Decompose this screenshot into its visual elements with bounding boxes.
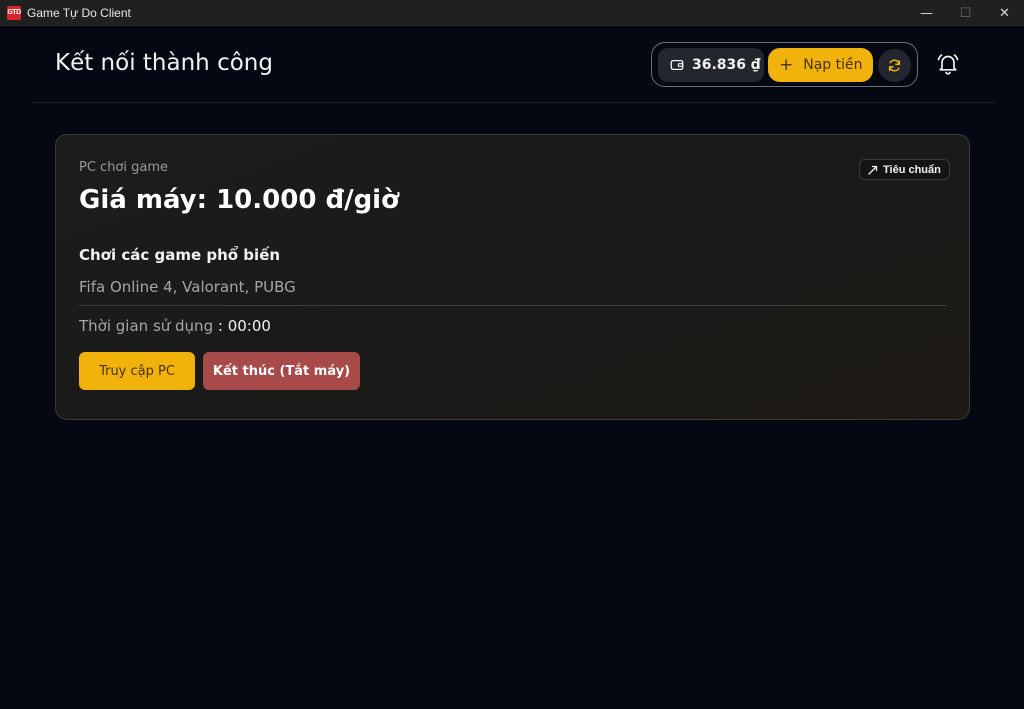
tier-badge: Tiêu chuẩn xyxy=(859,159,950,180)
games-heading: Chơi các game phổ biến xyxy=(79,246,281,264)
usage-separator: : xyxy=(213,317,228,335)
topup-label: Nạp tiền xyxy=(803,57,863,73)
maximize-button[interactable]: ☐ xyxy=(946,0,985,26)
games-list: Fifa Online 4, Valorant, PUBG xyxy=(79,278,296,296)
usage-time: Thời gian sử dụng : 00:00 xyxy=(79,317,271,335)
bell-icon[interactable] xyxy=(936,52,960,76)
trend-up-icon xyxy=(868,165,878,175)
card-subtitle: PC chơi game xyxy=(79,160,169,175)
access-pc-button[interactable]: Truy cập PC xyxy=(79,352,195,390)
wallet-icon xyxy=(670,59,684,71)
refresh-icon xyxy=(888,59,901,72)
app-logo-icon: GTD xyxy=(7,5,21,20)
divider xyxy=(79,305,947,306)
pc-price: Giá máy: 10.000 đ/giờ xyxy=(79,185,399,215)
window-controls: — ☐ ✕ xyxy=(907,0,1024,26)
tier-badge-label: Tiêu chuẩn xyxy=(883,163,941,176)
minimize-button[interactable]: — xyxy=(907,0,946,26)
end-session-button[interactable]: Kết thúc (Tắt máy) xyxy=(203,352,360,390)
page-title: Kết nối thành công xyxy=(55,50,273,76)
usage-value: 00:00 xyxy=(227,317,271,335)
balance-amount: 36.836 ₫ xyxy=(692,57,761,73)
pc-card: PC chơi game Tiêu chuẩn Giá máy: 10.000 … xyxy=(55,134,970,420)
balance-display[interactable]: 36.836 ₫ xyxy=(658,48,764,82)
header: Kết nối thành công 36.836 ₫ + Nạp tiền xyxy=(32,26,994,103)
title-bar: GTD Game Tự Do Client — ☐ ✕ xyxy=(0,0,1024,26)
wallet-group: 36.836 ₫ + Nạp tiền xyxy=(651,42,918,87)
plus-icon: + xyxy=(779,55,794,75)
close-button[interactable]: ✕ xyxy=(985,0,1024,26)
topup-button[interactable]: + Nạp tiền xyxy=(768,48,873,82)
usage-label: Thời gian sử dụng xyxy=(79,317,214,335)
refresh-button[interactable] xyxy=(878,49,911,82)
window-title: Game Tự Do Client xyxy=(27,5,131,20)
